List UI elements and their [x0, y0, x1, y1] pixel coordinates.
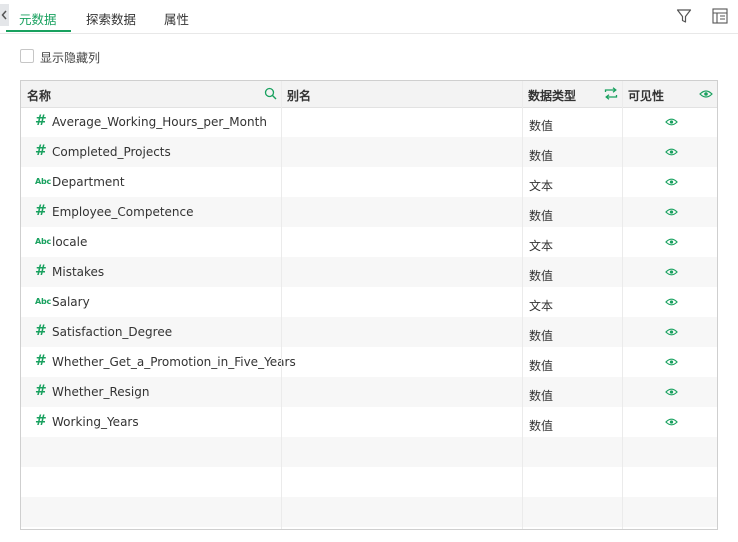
table-row[interactable]: # Employee_Competence 数值 [21, 197, 717, 227]
field-data-type[interactable]: 数值 [529, 117, 553, 134]
field-name: Salary [52, 295, 90, 309]
empty-row [21, 467, 717, 497]
field-name: Working_Years [52, 415, 139, 429]
visibility-eye-icon[interactable] [665, 116, 678, 130]
field-name: Employee_Competence [52, 205, 194, 219]
table-header: 名称 别名 数据类型 可见性 [21, 81, 717, 108]
visibility-eye-icon[interactable] [665, 236, 678, 250]
field-name: Whether_Resign [52, 385, 150, 399]
visibility-eye-icon[interactable] [665, 146, 678, 160]
visibility-eye-icon[interactable] [665, 386, 678, 400]
field-data-type[interactable]: 数值 [529, 417, 553, 434]
field-data-type[interactable]: 数值 [529, 207, 553, 224]
table-row[interactable]: # Satisfaction_Degree 数值 [21, 317, 717, 347]
visibility-eye-icon[interactable] [665, 416, 678, 430]
visibility-eye-icon[interactable] [665, 176, 678, 190]
table-row[interactable]: # Whether_Get_a_Promotion_in_Five_Years 数值 [21, 347, 717, 377]
field-data-type[interactable]: 数值 [529, 387, 553, 404]
field-name: Department [52, 175, 125, 189]
field-data-type[interactable]: 数值 [529, 147, 553, 164]
table-row[interactable]: Abc Salary 文本 [21, 287, 717, 317]
numeric-type-icon: # [35, 323, 47, 339]
tab-properties[interactable]: 属性 [164, 9, 189, 28]
field-data-type[interactable]: 文本 [529, 177, 553, 194]
numeric-type-icon: # [35, 113, 47, 129]
field-data-type[interactable]: 数值 [529, 357, 553, 374]
show-hidden-checkbox[interactable] [20, 49, 34, 63]
table-row[interactable]: # Working_Years 数值 [21, 407, 717, 437]
swap-type-icon[interactable] [604, 87, 618, 103]
column-layout-icon[interactable] [712, 8, 728, 27]
numeric-type-icon: # [35, 413, 47, 429]
text-type-icon: Abc [35, 297, 52, 306]
table-row[interactable]: # Mistakes 数值 [21, 257, 717, 287]
text-type-icon: Abc [35, 177, 52, 186]
table-row[interactable]: # Whether_Resign 数值 [21, 377, 717, 407]
column-divider [622, 81, 623, 529]
field-name: Whether_Get_a_Promotion_in_Five_Years [52, 355, 296, 369]
tab-explore-data[interactable]: 探索数据 [86, 9, 136, 28]
table-row[interactable]: # Average_Working_Hours_per_Month 数值 [21, 107, 717, 137]
table-row[interactable]: Abc locale 文本 [21, 227, 717, 257]
empty-row [21, 497, 717, 527]
show-hidden-label: 显示隐藏列 [40, 51, 101, 65]
field-name: Completed_Projects [52, 145, 171, 159]
visibility-eye-icon[interactable] [665, 266, 678, 280]
eye-icon[interactable] [699, 88, 713, 102]
field-name: Average_Working_Hours_per_Month [52, 115, 267, 129]
text-type-icon: Abc [35, 237, 52, 246]
field-name: Satisfaction_Degree [52, 325, 173, 339]
active-tab-indicator [6, 30, 71, 32]
column-divider [522, 81, 523, 529]
field-data-type[interactable]: 文本 [529, 297, 553, 314]
field-data-type[interactable]: 文本 [529, 237, 553, 254]
tab-metadata[interactable]: 元数据 [19, 9, 57, 28]
numeric-type-icon: # [35, 203, 47, 219]
metadata-table: 名称 别名 数据类型 可见性 # Average_Working_Hours_pe… [20, 80, 718, 530]
field-name: locale [52, 235, 88, 249]
column-header-name: 名称 [27, 89, 52, 103]
visibility-eye-icon[interactable] [665, 296, 678, 310]
column-header-visibility: 可见性 [628, 89, 665, 103]
table-row[interactable]: # Completed_Projects 数值 [21, 137, 717, 167]
tab-bar: 元数据 探索数据 属性 [0, 0, 738, 34]
numeric-type-icon: # [35, 383, 47, 399]
table-row[interactable]: Abc Department 文本 [21, 167, 717, 197]
field-data-type[interactable]: 数值 [529, 327, 553, 344]
empty-row [21, 437, 717, 467]
visibility-eye-icon[interactable] [665, 356, 678, 370]
column-divider [281, 81, 282, 529]
column-header-data-type: 数据类型 [528, 89, 577, 103]
column-header-alias: 别名 [287, 89, 312, 103]
visibility-eye-icon[interactable] [665, 206, 678, 220]
numeric-type-icon: # [35, 263, 47, 279]
field-name: Mistakes [52, 265, 105, 279]
field-data-type[interactable]: 数值 [529, 267, 553, 284]
visibility-eye-icon[interactable] [665, 326, 678, 340]
numeric-type-icon: # [35, 143, 47, 159]
search-icon[interactable] [264, 87, 277, 103]
numeric-type-icon: # [35, 353, 47, 369]
filter-icon[interactable] [676, 8, 692, 27]
